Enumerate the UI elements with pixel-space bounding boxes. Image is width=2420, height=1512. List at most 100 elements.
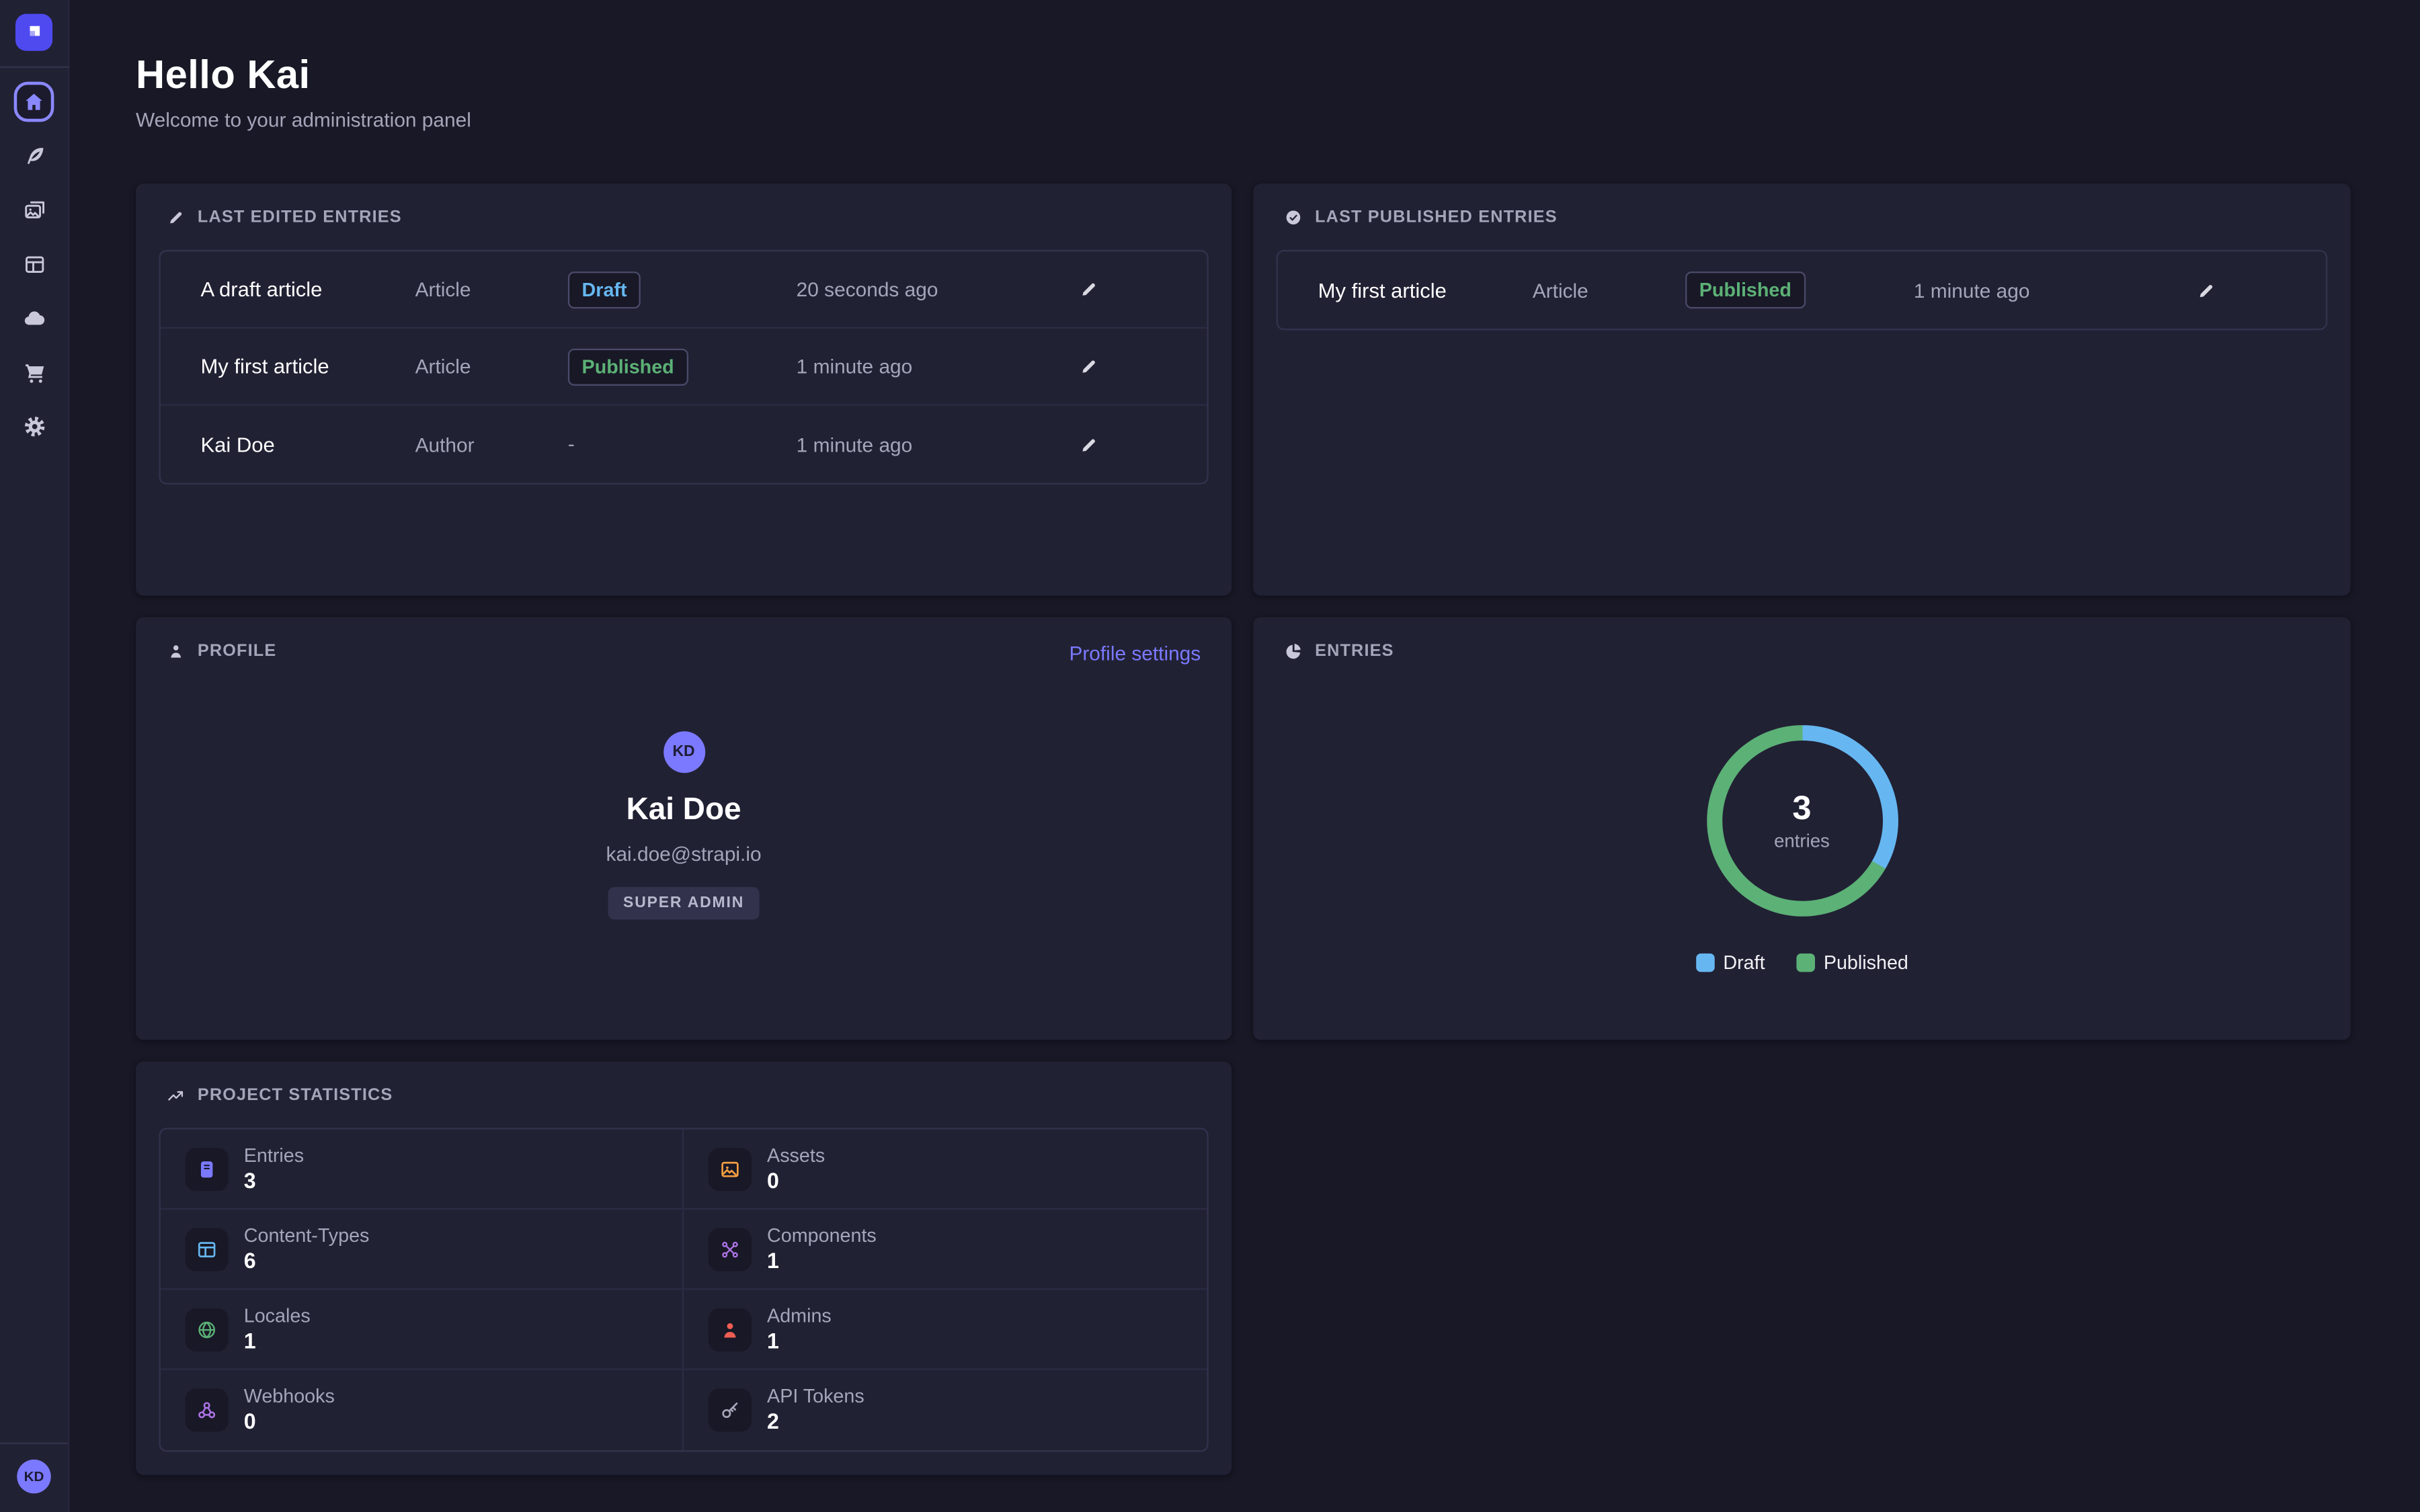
stat-label: Admins [767, 1304, 832, 1326]
sidebar-item-layout[interactable] [14, 244, 54, 284]
profile-settings-link[interactable]: Profile settings [1069, 642, 1201, 665]
stat-label: Webhooks [244, 1386, 335, 1407]
donut-center: 3 entries [1722, 741, 1882, 901]
page-title: Hello Kai [136, 51, 2351, 97]
stat-icon-tile [709, 1388, 752, 1431]
entries-chart: 3 entries Draft Published [1253, 680, 2350, 973]
table-row: My first article Article Published 1 min… [161, 329, 1207, 406]
sidebar-item-home[interactable] [14, 82, 54, 122]
panel-last-edited-entries: LAST EDITED ENTRIES A draft article Arti… [136, 183, 1232, 595]
stat-admins: Admins1 [684, 1290, 1207, 1370]
stat-label: Entries [244, 1144, 304, 1165]
last-published-table: My first article Article Published 1 min… [1277, 250, 2328, 330]
panel-title: PROJECT STATISTICS [198, 1086, 393, 1105]
legend-item-draft: Draft [1695, 952, 1765, 974]
table-row: A draft article Article Draft 20 seconds… [161, 251, 1207, 329]
stat-icon-tile [186, 1308, 229, 1351]
person-icon [719, 1318, 741, 1340]
panel-header: PROFILE [136, 617, 1232, 680]
stat-assets: Assets0 [684, 1130, 1207, 1210]
status-cell: Published [1685, 271, 1914, 308]
statistics-table: Entries3Assets0Content-Types6Components1… [159, 1128, 1208, 1452]
stat-icon-tile [709, 1227, 752, 1270]
entry-updated-time: 20 seconds ago [797, 278, 1079, 300]
edit-button[interactable] [1079, 354, 1104, 379]
layout-icon [22, 252, 45, 275]
sidebar-item-cloud[interactable] [14, 298, 54, 338]
panel-project-statistics: PROJECT STATISTICS Entries3Assets0Conten… [136, 1062, 1232, 1475]
stat-value: 6 [244, 1247, 370, 1273]
entries-count: 3 [1792, 790, 1811, 827]
legend-label: Draft [1723, 952, 1765, 974]
status-cell: Published [568, 348, 797, 385]
status-badge: Published [1685, 271, 1805, 308]
pie-chart-icon [1284, 642, 1303, 661]
table-row: My first article Article Published 1 min… [1278, 251, 2326, 329]
panel-title: LAST PUBLISHED ENTRIES [1315, 208, 1558, 227]
sidebar-item-feather[interactable] [14, 136, 54, 176]
strapi-logo[interactable] [15, 14, 52, 51]
panel-title: PROFILE [198, 642, 276, 661]
legend-item-published: Published [1796, 952, 1908, 974]
stat-icon-tile [709, 1308, 752, 1351]
edit-button[interactable] [1079, 277, 1104, 302]
stat-icon-tile [186, 1227, 229, 1270]
profile-name: Kai Doe [627, 793, 741, 829]
stat-value: 3 [244, 1167, 304, 1193]
stat-value: 0 [244, 1409, 335, 1435]
cart-icon [22, 360, 45, 383]
sidebar-footer: KD [0, 1443, 68, 1512]
strapi-logo-icon [20, 19, 48, 46]
app-window: KD Hello Kai Welcome to your administrat… [0, 0, 2420, 1512]
entry-title: My first article [200, 355, 415, 378]
entry-type: Article [415, 278, 568, 300]
sidebar-item-gear[interactable] [14, 406, 54, 446]
sidebar-item-cart[interactable] [14, 351, 54, 392]
gear-icon [22, 414, 45, 437]
stat-label: Content-Types [244, 1224, 370, 1246]
entry-updated-time: 1 minute ago [1914, 278, 2196, 301]
profile-avatar: KD [663, 731, 704, 773]
profile-email: kai.doe@strapi.io [606, 843, 762, 866]
table-row: Kai Doe Author - 1 minute ago [161, 406, 1207, 483]
stat-icon-tile [709, 1147, 752, 1190]
feather-icon [22, 144, 45, 167]
stat-label: Assets [767, 1144, 825, 1165]
entry-updated-time: 1 minute ago [797, 355, 1079, 378]
user-avatar[interactable]: KD [17, 1460, 51, 1494]
edit-button[interactable] [2196, 278, 2221, 302]
images-icon [22, 198, 45, 221]
key-icon [719, 1399, 741, 1421]
panel-title: ENTRIES [1315, 642, 1394, 661]
stat-label: Locales [244, 1304, 311, 1326]
status-badge: Published [568, 348, 688, 385]
stat-icon-tile [186, 1147, 229, 1190]
role-badge: SUPER ADMIN [608, 887, 760, 919]
sidebar-item-images[interactable] [14, 190, 54, 230]
entry-title: Kai Doe [200, 433, 415, 456]
legend-label: Published [1824, 952, 1908, 974]
panel-header: LAST PUBLISHED ENTRIES [1253, 183, 2350, 247]
entry-type: Article [415, 355, 568, 378]
sidebar-nav [0, 82, 68, 446]
edit-button[interactable] [1079, 432, 1104, 457]
stat-locales: Locales1 [161, 1290, 684, 1370]
legend-swatch [1695, 954, 1714, 972]
stat-api-tokens: API Tokens2 [684, 1370, 1207, 1450]
layout-icon [196, 1238, 218, 1259]
sidebar-divider [0, 67, 69, 68]
dashboard-grid: LAST EDITED ENTRIES A draft article Arti… [136, 183, 2351, 1475]
check-circle-icon [1284, 208, 1303, 227]
status-badge: Draft [568, 271, 641, 308]
entry-title: My first article [1318, 278, 1533, 301]
panel-title: LAST EDITED ENTRIES [198, 208, 402, 227]
chart-legend: Draft Published [1695, 952, 1908, 974]
webhook-icon [196, 1399, 218, 1421]
picture-icon [719, 1158, 741, 1179]
pencil-icon [1079, 280, 1099, 300]
home-icon [23, 91, 44, 112]
page-subtitle: Welcome to your administration panel [136, 108, 2351, 131]
stat-icon-tile [186, 1388, 229, 1431]
entry-type: Article [1533, 278, 1685, 301]
entry-title: A draft article [200, 278, 415, 300]
